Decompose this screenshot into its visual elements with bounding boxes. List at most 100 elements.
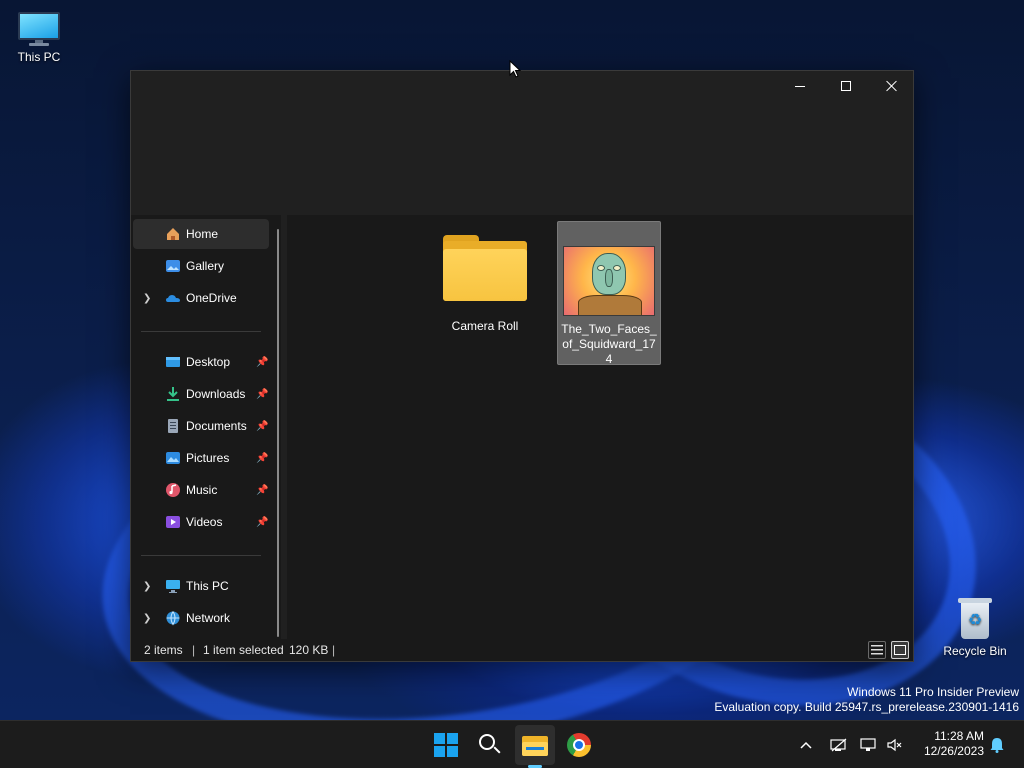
item-name: The_Two_Faces_ of_Squidward_17 4 (558, 322, 660, 367)
desktop-folder-icon (165, 354, 181, 370)
close-button[interactable] (869, 71, 915, 101)
navigation-pane: Home Gallery ❯ OneDrive Desktop 📌 Downlo… (131, 215, 281, 639)
status-size: 120 KB (289, 643, 329, 657)
nav-item-label: Desktop (186, 355, 231, 369)
chevron-right-icon[interactable]: ❯ (143, 293, 153, 304)
nav-item-pictures[interactable]: Pictures 📌 (133, 443, 269, 473)
nav-item-label: Videos (186, 515, 223, 529)
nav-item-label: This PC (186, 579, 229, 593)
desktop-icon-label: Recycle Bin (943, 644, 1007, 658)
details-view-button[interactable] (868, 641, 886, 659)
file-explorer-icon (522, 734, 548, 756)
watermark-line: Windows 11 Pro Insider Preview (847, 685, 1019, 699)
pin-icon[interactable]: 📌 (256, 421, 268, 432)
nav-item-videos[interactable]: Videos 📌 (133, 507, 269, 537)
clock-date: 12/26/2023 (923, 744, 984, 758)
downloads-icon (165, 386, 181, 402)
nav-item-label: Network (186, 611, 231, 625)
nav-separator (141, 331, 261, 332)
recycle-bin-icon: ♻ (958, 598, 992, 640)
large-icons-view-icon (894, 645, 906, 655)
item-name-line: 4 (605, 352, 613, 366)
status-selection: 1 item selected (203, 643, 284, 657)
nav-item-documents[interactable]: Documents 📌 (133, 411, 269, 441)
notifications-button[interactable] (986, 721, 1008, 768)
nav-item-label: OneDrive (186, 291, 237, 305)
pictures-icon (165, 450, 181, 466)
system-clock[interactable]: 11:28 AM 12/26/2023 (912, 729, 984, 759)
search-icon (479, 734, 501, 756)
display-tray-button[interactable] (858, 721, 880, 768)
videos-icon (165, 514, 181, 530)
taskbar: 11:28 AM 12/26/2023 (0, 720, 1024, 768)
details-view-icon (871, 645, 883, 655)
evaluation-watermark: Windows 11 Pro Insider Preview Evaluatio… (714, 685, 1019, 715)
chrome-icon (567, 733, 591, 757)
mouse-cursor-icon (509, 60, 521, 78)
chevron-up-icon (800, 741, 812, 749)
nav-item-music[interactable]: Music 📌 (133, 475, 269, 505)
nav-item-onedrive[interactable]: ❯ OneDrive (133, 283, 269, 313)
pin-icon[interactable]: 📌 (256, 485, 268, 496)
file-explorer-taskbar-button[interactable] (515, 725, 555, 765)
file-item-squidward-image[interactable]: The_Two_Faces_ of_Squidward_17 4 (557, 221, 661, 367)
nav-item-gallery[interactable]: Gallery (133, 251, 269, 281)
status-item-count: 2 items (144, 643, 183, 657)
item-name-line: of_Squidward_17 (562, 337, 656, 351)
pin-icon[interactable]: 📌 (256, 517, 268, 528)
file-explorer-window: Home Gallery ❯ OneDrive Desktop 📌 Downlo… (130, 70, 914, 662)
minimize-icon (795, 85, 805, 87)
desktop-icon-this-pc[interactable]: This PC (1, 12, 77, 64)
notification-bell-icon (990, 738, 1004, 753)
nav-scrollbar[interactable] (277, 229, 279, 637)
search-button[interactable] (470, 725, 510, 765)
nav-item-label: Music (186, 483, 218, 497)
close-icon (886, 80, 898, 92)
minimize-button[interactable] (777, 71, 823, 101)
desktop-icon-label: This PC (17, 50, 61, 64)
chevron-right-icon[interactable]: ❯ (143, 581, 153, 592)
chrome-taskbar-button[interactable] (559, 725, 599, 765)
nav-item-label: Documents (186, 419, 247, 433)
nav-item-home[interactable]: Home (133, 219, 269, 249)
start-button[interactable] (426, 725, 466, 765)
clock-time: 11:28 AM (934, 729, 984, 743)
title-bar[interactable] (131, 71, 913, 215)
volume-tray-button[interactable] (884, 721, 906, 768)
home-icon (165, 226, 181, 242)
volume-muted-icon (887, 738, 902, 752)
chevron-right-icon[interactable]: ❯ (143, 613, 153, 624)
large-icons-view-button[interactable] (891, 641, 909, 659)
nav-item-desktop[interactable]: Desktop 📌 (133, 347, 269, 377)
maximize-icon (841, 81, 851, 91)
show-hidden-icons-button[interactable] (796, 721, 816, 768)
desktop-icon-recycle-bin[interactable]: ♻ Recycle Bin (937, 598, 1013, 658)
gallery-icon (165, 258, 181, 274)
image-thumbnail (563, 246, 655, 316)
folder-item-camera-roll[interactable]: Camera Roll (433, 231, 537, 355)
display-icon (860, 738, 876, 751)
pin-icon[interactable]: 📌 (256, 389, 268, 400)
status-separator: | (192, 643, 196, 657)
nav-item-label: Home (186, 227, 219, 241)
nav-separator (141, 555, 261, 556)
this-pc-icon (18, 12, 60, 46)
network-disconnected-icon (830, 738, 847, 752)
item-name: Camera Roll (451, 319, 519, 333)
music-icon (165, 482, 181, 498)
network-icon (165, 610, 181, 626)
item-name-line: The_Two_Faces_ (561, 322, 657, 336)
pin-icon[interactable]: 📌 (256, 357, 268, 368)
documents-icon (165, 418, 181, 434)
nav-item-label: Gallery (186, 259, 225, 273)
nav-item-downloads[interactable]: Downloads 📌 (133, 379, 269, 409)
pin-icon[interactable]: 📌 (256, 453, 268, 464)
start-icon (434, 733, 458, 757)
folder-icon (443, 235, 527, 301)
maximize-button[interactable] (823, 71, 869, 101)
this-pc-icon (165, 578, 181, 594)
status-separator: | (332, 643, 336, 657)
nav-item-this-pc[interactable]: ❯ This PC (133, 571, 269, 601)
nav-item-network[interactable]: ❯ Network (133, 603, 269, 633)
network-tray-button[interactable] (828, 721, 850, 768)
